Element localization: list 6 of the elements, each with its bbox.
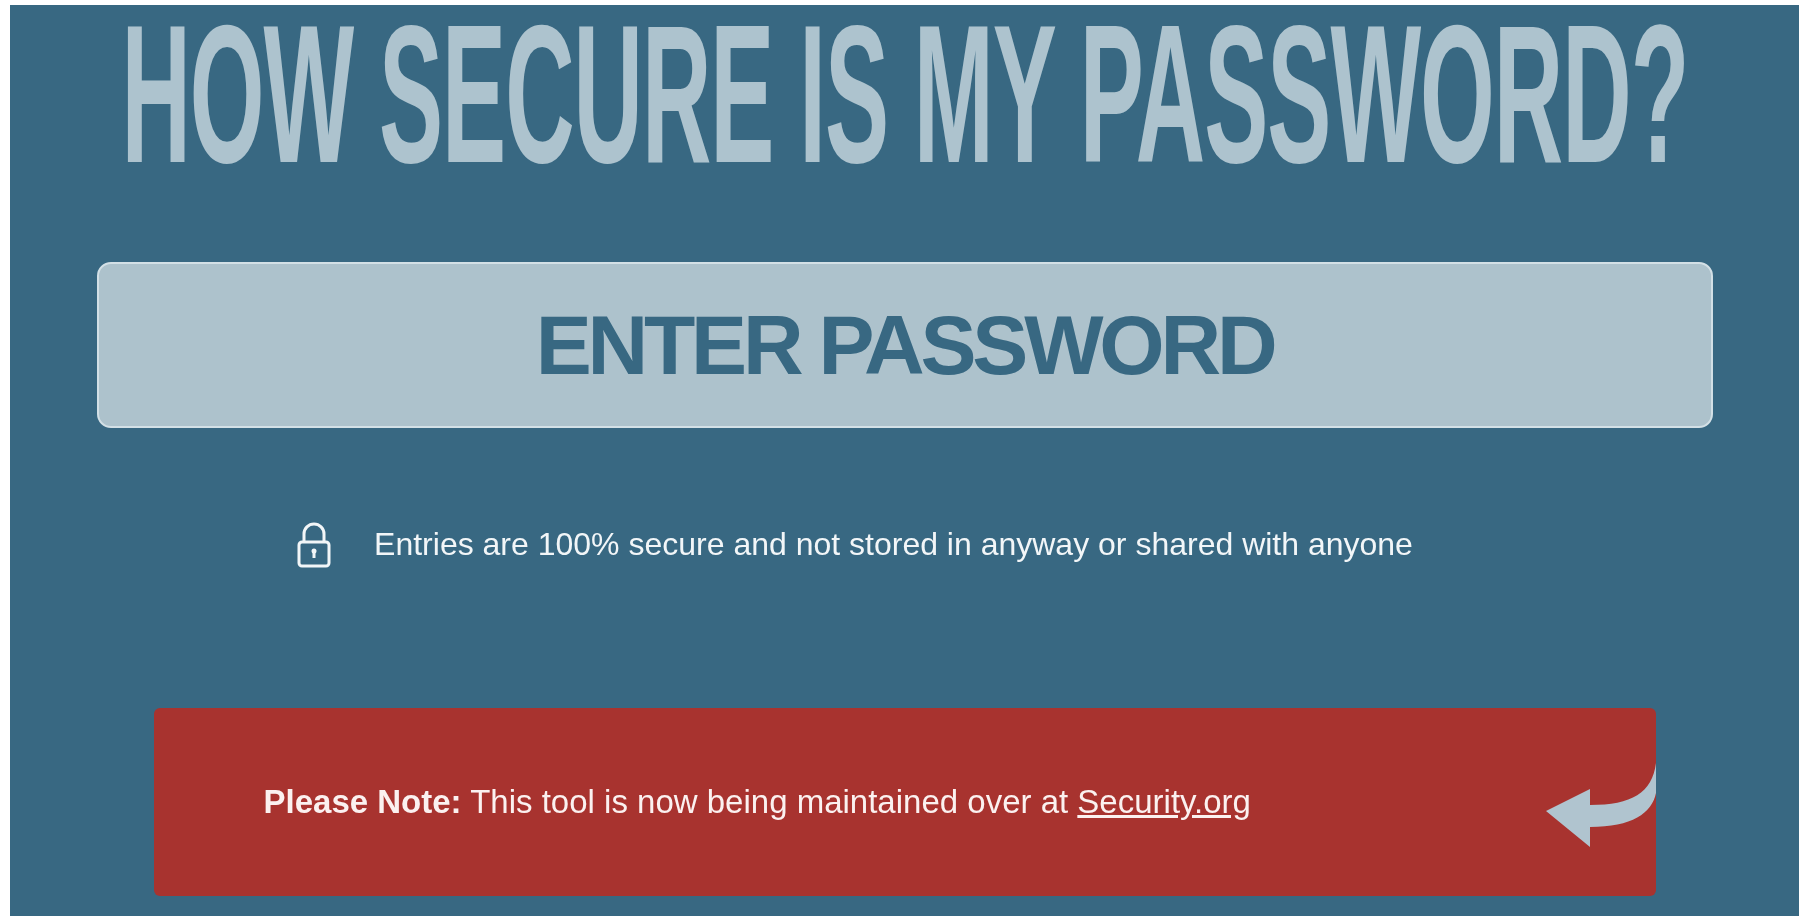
security-note: Entries are 100% secure and not stored in anyway or shared with anyone: [374, 525, 1413, 564]
page-title: HOW SECURE IS MY PASSWORD?: [121, 0, 1688, 193]
notice-text: Please Note: This tool is now being maintained over at Security.org: [263, 782, 1251, 823]
security-link[interactable]: Security.org: [1077, 783, 1251, 821]
password-field[interactable]: ENTER PASSWORD: [96, 262, 1713, 428]
lock-icon: [296, 520, 333, 568]
